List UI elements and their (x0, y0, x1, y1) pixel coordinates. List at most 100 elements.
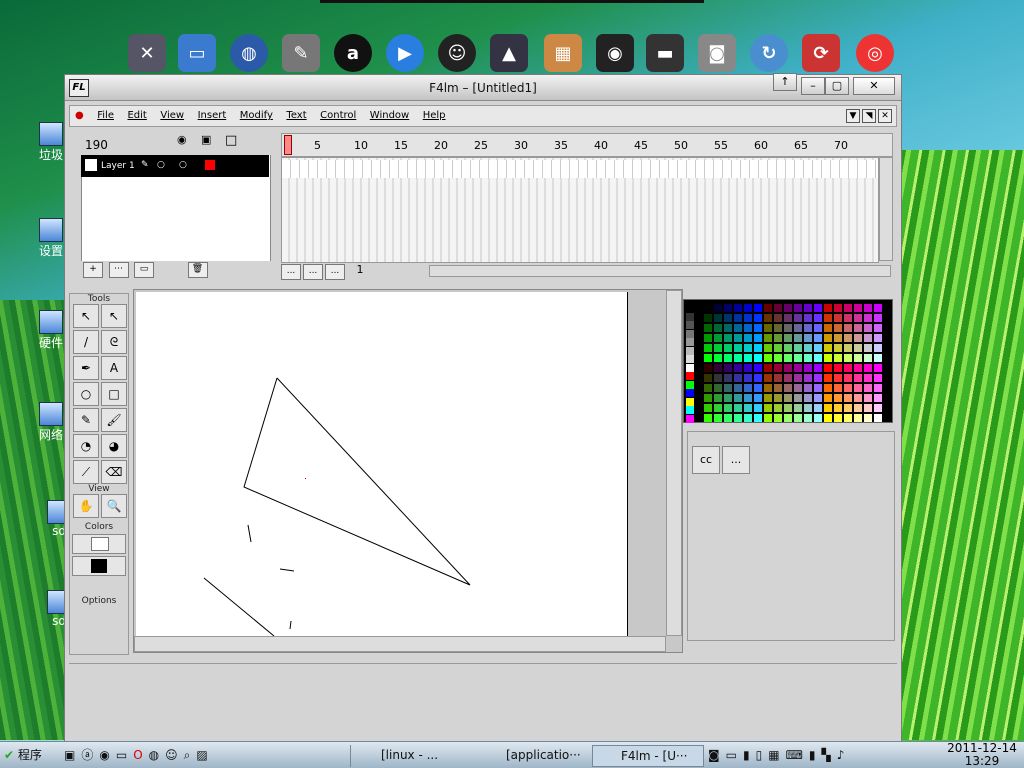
palette-swatch[interactable] (686, 414, 694, 423)
palette-swatch[interactable] (714, 334, 722, 342)
pencil-tool-icon[interactable]: ✎ (73, 408, 99, 432)
palette-swatch[interactable] (844, 334, 852, 342)
palette-swatch[interactable] (724, 354, 732, 362)
palette-swatch[interactable] (704, 344, 712, 352)
palette-swatch[interactable] (794, 304, 802, 312)
palette-swatch[interactable] (744, 334, 752, 342)
palette-swatch[interactable] (734, 334, 742, 342)
palette-swatch[interactable] (754, 404, 762, 412)
palette-swatch[interactable] (834, 354, 842, 362)
palette-swatch[interactable] (754, 344, 762, 352)
outline-icon[interactable]: □ (225, 133, 237, 148)
edit-frames-button[interactable]: ... (325, 264, 345, 280)
palette-swatch[interactable] (754, 324, 762, 332)
palette-swatch[interactable] (824, 364, 832, 372)
palette-swatch[interactable] (734, 404, 742, 412)
palette-swatch[interactable] (724, 334, 732, 342)
frame-strip[interactable] (282, 160, 878, 178)
menu-file[interactable]: File (92, 106, 119, 126)
line-tool-icon[interactable]: / (73, 330, 99, 354)
eraser-tool-icon[interactable]: ⌫ (101, 460, 127, 484)
tools-icon[interactable]: ✕ (128, 34, 166, 72)
palette-swatch[interactable] (864, 384, 872, 392)
desktop-icon-settings[interactable]: 设置 (36, 218, 66, 259)
palette-swatch[interactable] (794, 324, 802, 332)
palette-swatch[interactable] (874, 304, 882, 312)
palette-swatch[interactable] (784, 304, 792, 312)
timeline-vscrollbar[interactable] (879, 157, 893, 261)
desktop-icon-network[interactable]: 网络 (36, 402, 66, 443)
f4lm-icon[interactable]: ▨ (196, 745, 207, 767)
zoom-tool-icon[interactable]: 🔍 (101, 494, 127, 518)
add-guide-button[interactable]: ⋯ (108, 262, 129, 278)
opera-icon[interactable]: O (133, 745, 142, 767)
palette-swatch[interactable] (854, 344, 862, 352)
add-layer-button[interactable]: + (83, 262, 103, 278)
palette-swatch[interactable] (784, 374, 792, 382)
palette-swatch[interactable] (874, 384, 882, 392)
rectangle-tool-icon[interactable]: □ (101, 382, 127, 406)
palette-swatch[interactable] (774, 354, 782, 362)
palette-swatch[interactable] (744, 374, 752, 382)
palette-swatch[interactable] (794, 354, 802, 362)
palette-swatch[interactable] (686, 355, 694, 363)
task-application[interactable]: [applicatio··· (478, 745, 588, 767)
palette-swatch[interactable] (844, 344, 852, 352)
palette-swatch[interactable] (844, 404, 852, 412)
palette-swatch[interactable] (714, 374, 722, 382)
palette-swatch[interactable] (744, 384, 752, 392)
palette-swatch[interactable] (804, 384, 812, 392)
lasso-tool-icon[interactable]: ᘓ (101, 330, 127, 354)
palette-swatch[interactable] (764, 354, 772, 362)
dropdown-icon[interactable]: ▼ (846, 109, 860, 123)
fill-color-picker[interactable] (72, 534, 126, 554)
palette-swatch[interactable] (824, 304, 832, 312)
palette-swatch[interactable] (854, 354, 862, 362)
clock[interactable]: 2011-12-14 13:29 (942, 742, 1022, 768)
palette-swatch[interactable] (764, 404, 772, 412)
palette-swatch[interactable] (704, 314, 712, 322)
doc-icon[interactable]: ▯ (756, 745, 763, 767)
palette-swatch[interactable] (686, 321, 694, 329)
palette-swatch[interactable] (734, 384, 742, 392)
palette-swatch[interactable] (784, 344, 792, 352)
palette-swatch[interactable] (764, 394, 772, 402)
menu-window[interactable]: Window (365, 106, 414, 126)
palette-swatch[interactable] (874, 314, 882, 322)
palette-swatch[interactable] (804, 414, 812, 422)
task-linux[interactable]: [linux - ... (350, 745, 470, 767)
palette-swatch[interactable] (804, 404, 812, 412)
palette-swatch[interactable] (704, 414, 712, 422)
triangle-app-icon[interactable]: ▲ (490, 34, 528, 72)
palette-swatch[interactable] (844, 324, 852, 332)
oval-tool-icon[interactable]: ○ (73, 382, 99, 406)
palette-swatch[interactable] (854, 374, 862, 382)
palette-swatch[interactable] (824, 354, 832, 362)
lock-dot[interactable]: ○ (179, 160, 187, 170)
palette-swatch[interactable] (704, 394, 712, 402)
palette-swatch[interactable] (804, 364, 812, 372)
palette-swatch[interactable] (804, 324, 812, 332)
frame-grid[interactable] (281, 157, 879, 263)
palette-swatch[interactable] (704, 374, 712, 382)
palette-swatch[interactable] (686, 397, 694, 406)
palette-swatch[interactable] (834, 334, 842, 342)
palette-swatch[interactable] (754, 304, 762, 312)
palette-swatch[interactable] (834, 364, 842, 372)
palette-swatch[interactable] (774, 364, 782, 372)
timeline-ruler[interactable]: 5 10 15 20 25 30 35 40 45 50 55 60 65 70 (281, 133, 893, 157)
palette-swatch[interactable] (744, 304, 752, 312)
palette-swatch[interactable] (814, 324, 822, 332)
palette-swatch[interactable] (834, 404, 842, 412)
palette-swatch[interactable] (686, 312, 694, 321)
refresh-icon[interactable]: ↻ (750, 34, 788, 72)
palette-swatch[interactable] (764, 344, 772, 352)
palette-swatch[interactable] (844, 414, 852, 422)
palette-swatch[interactable] (824, 414, 832, 422)
palette-swatch[interactable] (824, 314, 832, 322)
palette-swatch[interactable] (744, 394, 752, 402)
palette-swatch[interactable] (814, 304, 822, 312)
palette-swatch[interactable] (686, 338, 694, 346)
palette-swatch[interactable] (744, 314, 752, 322)
palette-swatch[interactable] (784, 314, 792, 322)
